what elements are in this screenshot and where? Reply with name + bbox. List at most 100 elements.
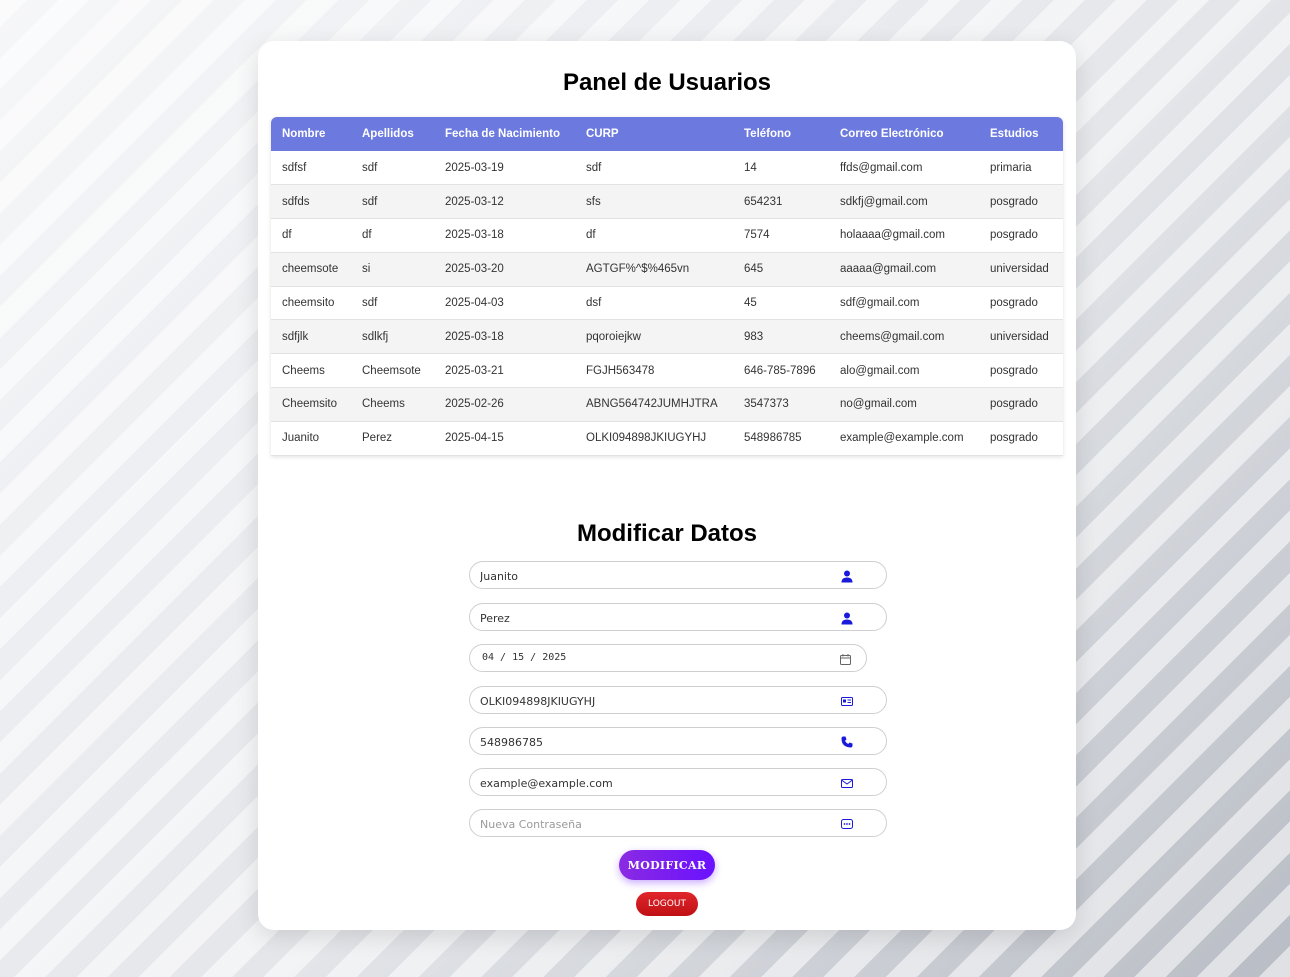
- envelope-icon: [840, 776, 854, 790]
- cell-apellidos: sdf: [362, 297, 378, 310]
- cell-apellidos: sdlkfj: [362, 330, 389, 343]
- id-card-icon: [840, 694, 854, 708]
- table-row: Cheemsito Cheems 2025-02-26 ABNG564742JUMHJ…: [271, 387, 1063, 422]
- cell-apellidos: Cheemsote: [362, 364, 421, 377]
- cell-telefono: 646-785-7896: [744, 364, 816, 377]
- users-table-container: Nombre Apellidos Fecha de Nacimiento CUR…: [271, 117, 1063, 456]
- telefono-input[interactable]: [480, 734, 830, 750]
- cell-nombre: cheemsito: [282, 297, 335, 310]
- cell-curp: OLKI094898JKIUGYHJ: [586, 432, 707, 445]
- cell-apellidos: sdf: [362, 195, 378, 208]
- cell-estudios: posgrado: [990, 297, 1038, 310]
- cell-fecha: 2025-03-21: [445, 364, 504, 377]
- nombre-input[interactable]: [480, 568, 830, 584]
- table-row: Juanito Perez 2025-04-15 OLKI094898JKIUGYHJ…: [271, 421, 1063, 456]
- col-curp: CURP: [586, 128, 619, 140]
- col-estudios: Estudios: [990, 128, 1039, 140]
- table-row: cheemsote si 2025-03-20 AGTGF%^$%465vn 645 aa…: [271, 252, 1063, 287]
- cell-estudios: primaria: [990, 161, 1032, 174]
- cell-curp: sdf: [586, 161, 602, 174]
- col-telefono: Teléfono: [744, 128, 792, 140]
- cell-estudios: posgrado: [990, 398, 1038, 411]
- cell-nombre: cheemsote: [282, 263, 339, 276]
- cell-estudios: posgrado: [990, 364, 1038, 377]
- table-row: Cheems Cheemsote 2025-03-21 FGJH563478 646-7…: [271, 353, 1063, 388]
- cell-telefono: 548986785: [744, 432, 802, 445]
- cell-fecha: 2025-04-15: [445, 432, 504, 445]
- cell-estudios: posgrado: [990, 229, 1038, 242]
- cell-curp: dsf: [586, 297, 602, 310]
- cell-estudios: posgrado: [990, 195, 1038, 208]
- phone-icon: [840, 735, 854, 749]
- cell-curp: pqoroiejkw: [586, 330, 641, 343]
- users-table: Nombre Apellidos Fecha de Nacimiento CUR…: [271, 117, 1063, 456]
- cell-estudios: posgrado: [990, 432, 1038, 445]
- cell-correo: holaaaa@gmail.com: [840, 229, 946, 242]
- cell-curp: FGJH563478: [586, 364, 655, 377]
- cell-fecha: 2025-03-19: [445, 161, 504, 174]
- cell-nombre: sdfjlk: [282, 330, 309, 343]
- cell-nombre: df: [282, 229, 292, 242]
- cell-telefono: 7574: [744, 229, 770, 242]
- cell-correo: aaaaa@gmail.com: [840, 263, 937, 276]
- cell-telefono: 645: [744, 263, 764, 276]
- cell-correo: sdkfj@gmail.com: [840, 195, 928, 208]
- calendar-icon[interactable]: [838, 652, 852, 666]
- nombre-field[interactable]: [469, 561, 887, 589]
- logout-button[interactable]: LOGOUT: [636, 892, 698, 916]
- table-row: df df 2025-03-18 df 7574 holaaaa@gmail.com pos…: [271, 218, 1063, 253]
- cell-fecha: 2025-03-12: [445, 195, 504, 208]
- cell-correo: cheems@gmail.com: [840, 330, 945, 343]
- fecha-field[interactable]: 04 / 15 / 2025: [469, 644, 867, 672]
- table-row: sdfsf sdf 2025-03-19 sdf 14 ffds@gmail.com pri…: [271, 151, 1063, 185]
- telefono-field[interactable]: [469, 727, 887, 755]
- cell-estudios: universidad: [990, 330, 1049, 343]
- password-input[interactable]: [480, 816, 830, 832]
- cell-estudios: universidad: [990, 263, 1049, 276]
- cell-apellidos: si: [362, 263, 371, 276]
- cell-correo: ffds@gmail.com: [840, 161, 923, 174]
- cell-apellidos: df: [362, 229, 372, 242]
- form-title: Modificar Datos: [576, 520, 758, 547]
- modificar-button[interactable]: MODIFICAR: [619, 850, 715, 880]
- cell-correo: example@example.com: [840, 432, 964, 445]
- table-row: cheemsito sdf 2025-04-03 dsf 45 sdf@gmail.com…: [271, 286, 1063, 320]
- col-correo: Correo Electrónico: [840, 128, 944, 140]
- cell-telefono: 654231: [744, 195, 783, 208]
- main-card: Panel de Usuarios Nombre Apellidos Fecha…: [258, 41, 1076, 930]
- cell-nombre: Juanito: [282, 432, 320, 445]
- correo-input[interactable]: [480, 775, 830, 791]
- cell-curp: AGTGF%^$%465vn: [586, 263, 690, 276]
- cell-nombre: sdfsf: [282, 161, 307, 174]
- table-row: sdfds sdf 2025-03-12 sfs 654231 sdkfj@gmail.c…: [271, 184, 1063, 219]
- table-header-row: Nombre Apellidos Fecha de Nacimiento CUR…: [271, 117, 1063, 151]
- cell-apellidos: Cheems: [362, 398, 405, 411]
- cell-correo: sdf@gmail.com: [840, 297, 920, 310]
- cell-curp: sfs: [586, 195, 601, 208]
- user-icon: [840, 569, 854, 583]
- cell-curp: df: [586, 229, 596, 242]
- cell-correo: alo@gmail.com: [840, 364, 920, 377]
- cell-telefono: 3547373: [744, 398, 789, 411]
- cell-apellidos: Perez: [362, 432, 393, 445]
- cell-fecha: 2025-04-03: [445, 297, 504, 310]
- table-row: sdfjlk sdlkfj 2025-03-18 pqoroiejkw 983 cheem…: [271, 319, 1063, 354]
- cell-fecha: 2025-02-26: [445, 398, 504, 411]
- cell-nombre: sdfds: [282, 195, 310, 208]
- cell-correo: no@gmail.com: [840, 398, 917, 411]
- cell-fecha: 2025-03-18: [445, 330, 504, 343]
- apellidos-input[interactable]: [480, 610, 830, 626]
- fecha-input[interactable]: 04 / 15 / 2025: [482, 652, 566, 663]
- curp-input[interactable]: [480, 693, 830, 709]
- col-nombre: Nombre: [282, 128, 326, 140]
- apellidos-field[interactable]: [469, 603, 887, 631]
- password-field[interactable]: [469, 809, 887, 837]
- cell-nombre: Cheemsito: [282, 398, 337, 411]
- table-body: sdfsf sdf 2025-03-19 sdf 14 ffds@gmail.com pri…: [271, 151, 1063, 456]
- cell-fecha: 2025-03-18: [445, 229, 504, 242]
- correo-field[interactable]: [469, 768, 887, 796]
- cell-nombre: Cheems: [282, 364, 325, 377]
- curp-field[interactable]: [469, 686, 887, 714]
- user-icon: [840, 611, 854, 625]
- cell-telefono: 45: [744, 297, 757, 310]
